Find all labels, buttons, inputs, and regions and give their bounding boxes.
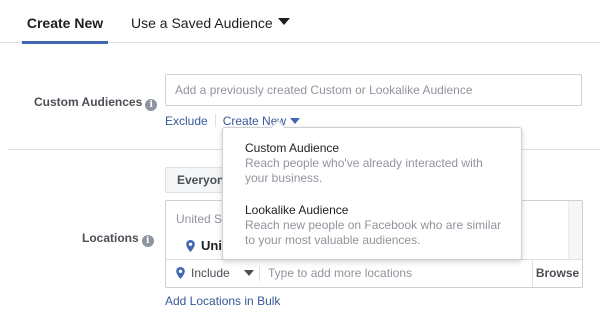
locations-label: Locations <box>82 231 139 245</box>
audience-tabs: Create New Use a Saved Audience <box>0 0 600 44</box>
locations-footer: Include Type to add more locations Brows… <box>166 259 582 287</box>
info-icon[interactable]: i <box>145 99 158 111</box>
chevron-down-icon <box>277 17 290 25</box>
custom-audience-search-input[interactable]: Add a previously created Custom or Looka… <box>165 74 582 106</box>
menu-item-title: Custom Audience <box>245 141 340 155</box>
link-divider <box>214 114 216 127</box>
add-locations-bulk-link[interactable]: Add Locations in Bulk <box>165 294 280 308</box>
exclude-link[interactable]: Exclude <box>165 114 208 128</box>
create-new-menu: Custom Audience Reach people who've alre… <box>222 119 522 260</box>
custom-audiences-label-row: Custom Audiences i <box>34 95 158 111</box>
custom-audiences-label: Custom Audiences <box>34 95 143 109</box>
menu-item-lookalike-audience[interactable]: Lookalike Audience Reach new people on F… <box>245 203 505 248</box>
locations-scrollbar[interactable] <box>568 201 582 259</box>
menu-item-title: Lookalike Audience <box>245 203 349 217</box>
location-pin-icon <box>186 240 195 252</box>
location-pin-icon <box>176 267 185 279</box>
include-label: Include <box>191 266 230 280</box>
location-search-placeholder: Type to add more locations <box>268 266 413 280</box>
chevron-down-icon <box>290 118 301 124</box>
locations-label-row: Locations i <box>82 231 154 247</box>
tab-saved-audience-label: Use a Saved Audience <box>131 15 273 31</box>
menu-item-description: Reach people who've already interacted w… <box>245 156 483 185</box>
create-new-link[interactable]: Create New <box>223 114 301 128</box>
tab-saved-audience[interactable]: Use a Saved Audience <box>131 0 290 43</box>
tab-create-new[interactable]: Create New <box>22 0 108 44</box>
menu-item-custom-audience[interactable]: Custom Audience Reach people who've alre… <box>245 141 505 186</box>
browse-button[interactable]: Browse <box>532 260 582 287</box>
selected-location-item: United States <box>186 238 226 253</box>
include-dropdown[interactable]: Include <box>176 260 254 287</box>
tab-create-new-label: Create New <box>26 15 104 31</box>
menu-item-description: Reach new people on Facebook who are sim… <box>245 218 502 247</box>
footer-divider <box>259 266 260 281</box>
location-search-input[interactable]: Type to add more locations <box>268 260 412 287</box>
chevron-down-icon <box>243 270 254 276</box>
info-icon[interactable]: i <box>141 235 154 247</box>
custom-audience-placeholder: Add a previously created Custom or Looka… <box>175 83 473 97</box>
